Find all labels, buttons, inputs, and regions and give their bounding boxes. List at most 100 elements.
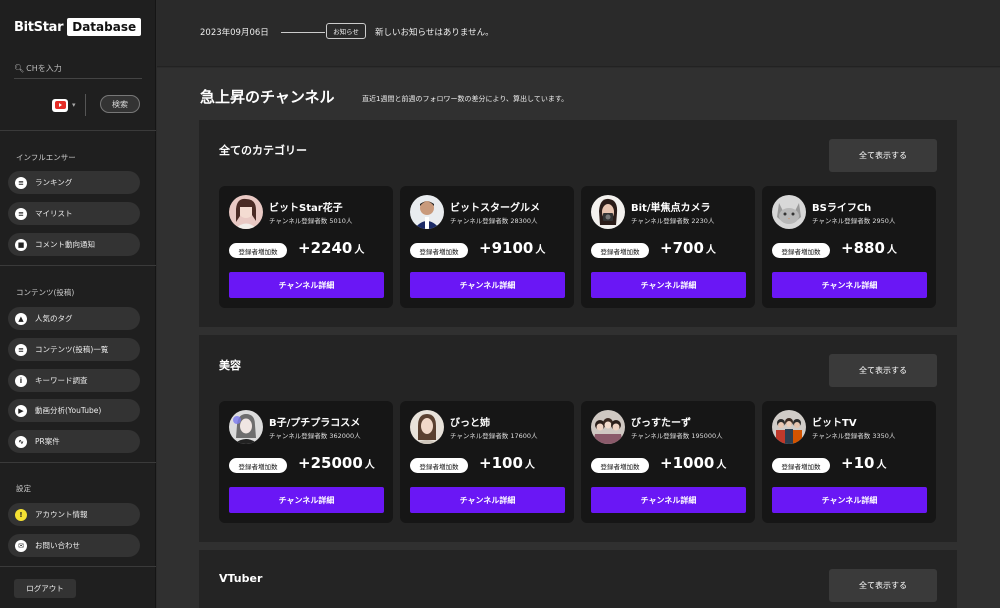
avatar[interactable]	[772, 410, 806, 444]
mail-icon: ✉	[15, 539, 27, 552]
divider	[281, 32, 325, 33]
current-date: 2023年09月06日	[200, 28, 269, 38]
channel-detail-button[interactable]: チャンネル詳細	[410, 272, 565, 298]
avatar[interactable]	[410, 195, 444, 229]
channel-name[interactable]: Bit/単焦点カメラ	[631, 199, 710, 214]
channel-card: びっすたーず チャンネル登録者数 195000人 登録者増加数 +1000 人 チ…	[581, 401, 755, 523]
channel-name[interactable]: ビットTV	[812, 414, 857, 429]
sidebar: BitStar Database 🔍︎ ▾ 検索 インフルエンサー ≡ ランキン…	[0, 0, 156, 608]
increase-label: 登録者増加数	[410, 458, 468, 473]
category-section: 美容 全て表示する B子/プチプラコスメ チャンネル登録者数 362000人 登…	[199, 335, 957, 542]
nav-item-video-analysis[interactable]: ▶ 動画分析(YouTube)	[8, 399, 140, 422]
nav-item-mylist[interactable]: ≡ マイリスト	[8, 202, 140, 225]
section-title: 全てのカテゴリー	[219, 144, 307, 157]
youtube-icon	[52, 98, 68, 112]
logout-button[interactable]: ログアウト	[14, 579, 76, 598]
channel-detail-button[interactable]: チャンネル詳細	[591, 487, 746, 513]
divider	[0, 566, 156, 567]
platform-select[interactable]: ▾	[52, 94, 86, 116]
avatar[interactable]	[229, 195, 263, 229]
subscriber-count: チャンネル登録者数 28300人	[450, 217, 538, 225]
channel-name[interactable]: びっと姉	[450, 414, 490, 429]
increase-value: +100 人	[479, 454, 535, 472]
channel-detail-button[interactable]: チャンネル詳細	[229, 487, 384, 513]
channel-detail-button[interactable]: チャンネル詳細	[772, 487, 927, 513]
avatar[interactable]	[591, 410, 625, 444]
nav-label: コンテンツ(投稿)一覧	[35, 345, 109, 354]
notice-badge[interactable]: お知らせ	[326, 23, 366, 39]
show-all-button[interactable]: 全て表示する	[829, 354, 937, 387]
page-subtitle: 直近1週間と前週のフォロワー数の差分により、算出しています。	[362, 95, 569, 103]
section-label: コンテンツ(投稿)	[16, 288, 75, 297]
channel-card: ビットStar花子 チャンネル登録者数 5010人 登録者増加数 +2240 人 …	[219, 186, 393, 308]
comment-icon: ■	[15, 238, 27, 251]
channel-name[interactable]: ビットスターグルメ	[450, 199, 540, 214]
nav-label: お問い合わせ	[35, 541, 80, 550]
divider	[84, 94, 86, 116]
channel-card: ビットTV チャンネル登録者数 3350人 登録者増加数 +10 人 チャンネル詳…	[762, 401, 936, 523]
nav-label: アカウント情報	[35, 510, 88, 519]
channel-detail-button[interactable]: チャンネル詳細	[591, 272, 746, 298]
increase-value: +25000 人	[298, 454, 375, 472]
nav-label: PR案件	[35, 437, 60, 446]
section-title: VTuber	[219, 572, 263, 585]
channel-detail-button[interactable]: チャンネル詳細	[410, 487, 565, 513]
topbar: 2023年09月06日 お知らせ 新しいお知らせはありません。	[157, 0, 1000, 67]
unit-label: 人	[886, 245, 897, 256]
channel-detail-button[interactable]: チャンネル詳細	[772, 272, 927, 298]
unit-label: 人	[876, 460, 887, 471]
nav-item-contents-list[interactable]: ≡ コンテンツ(投稿)一覧	[8, 338, 140, 361]
increase-label: 登録者増加数	[410, 243, 468, 258]
channel-card: Bit/単焦点カメラ チャンネル登録者数 2230人 登録者増加数 +700 人 …	[581, 186, 755, 308]
channel-name[interactable]: BSライフCh	[812, 199, 871, 214]
increase-label: 登録者増加数	[772, 458, 830, 473]
subscriber-count: チャンネル登録者数 362000人	[269, 432, 361, 440]
channel-card: B子/プチプラコスメ チャンネル登録者数 362000人 登録者増加数 +250…	[219, 401, 393, 523]
increase-label: 登録者増加数	[591, 243, 649, 258]
unit-label: 人	[716, 460, 727, 471]
category-section: VTuber 全て表示する	[199, 550, 957, 608]
main-content: 急上昇のチャンネル 直近1週間と前週のフォロワー数の差分により、算出しています。…	[157, 68, 1000, 608]
nav-label: 動画分析(YouTube)	[35, 406, 102, 415]
increase-number: +1000	[660, 454, 715, 472]
nav-item-contact[interactable]: ✉ お問い合わせ	[8, 534, 140, 557]
increase-value: +1000 人	[660, 454, 726, 472]
category-section: 全てのカテゴリー 全て表示する ビットStar花子 チャンネル登録者数 5010…	[199, 120, 957, 327]
increase-label: 登録者増加数	[772, 243, 830, 258]
nav-item-ranking[interactable]: ≡ ランキング	[8, 171, 140, 194]
nav-item-comment-notify[interactable]: ■ コメント動向通知	[8, 233, 140, 256]
list-icon: ≡	[15, 207, 27, 220]
logo[interactable]: BitStar Database	[14, 18, 142, 36]
avatar[interactable]	[410, 410, 444, 444]
subscriber-count: チャンネル登録者数 5010人	[269, 217, 353, 225]
nav-label: 人気のタグ	[35, 314, 73, 323]
unit-label: 人	[364, 460, 375, 471]
nav-item-popular-tags[interactable]: ▲ 人気のタグ	[8, 307, 140, 330]
search-button[interactable]: 検索	[100, 95, 140, 113]
increase-number: +700	[660, 239, 704, 257]
channel-detail-button[interactable]: チャンネル詳細	[229, 272, 384, 298]
increase-value: +9100 人	[479, 239, 545, 257]
nav-item-account[interactable]: ! アカウント情報	[8, 503, 140, 526]
avatar[interactable]	[772, 195, 806, 229]
subscriber-count: チャンネル登録者数 17600人	[450, 432, 538, 440]
channel-name[interactable]: びっすたーず	[631, 414, 691, 429]
nav-item-keyword-research[interactable]: i キーワード調査	[8, 369, 140, 392]
avatar[interactable]	[591, 195, 625, 229]
list-icon: ≡	[15, 343, 27, 356]
increase-label: 登録者増加数	[591, 458, 649, 473]
avatar[interactable]	[229, 410, 263, 444]
show-all-button[interactable]: 全て表示する	[829, 139, 937, 172]
info-icon: i	[15, 374, 27, 387]
section-label: 設定	[16, 484, 31, 493]
increase-number: +880	[841, 239, 885, 257]
search-input[interactable]	[26, 64, 137, 73]
increase-label: 登録者増加数	[229, 458, 287, 473]
channel-name[interactable]: B子/プチプラコスメ	[269, 414, 360, 429]
nav-item-pr[interactable]: ∿ PR案件	[8, 430, 140, 453]
subscriber-count: チャンネル登録者数 3350人	[812, 432, 896, 440]
page-title: 急上昇のチャンネル	[200, 88, 335, 106]
nav-label: キーワード調査	[35, 376, 88, 385]
show-all-button[interactable]: 全て表示する	[829, 569, 937, 602]
channel-name[interactable]: ビットStar花子	[269, 199, 343, 214]
